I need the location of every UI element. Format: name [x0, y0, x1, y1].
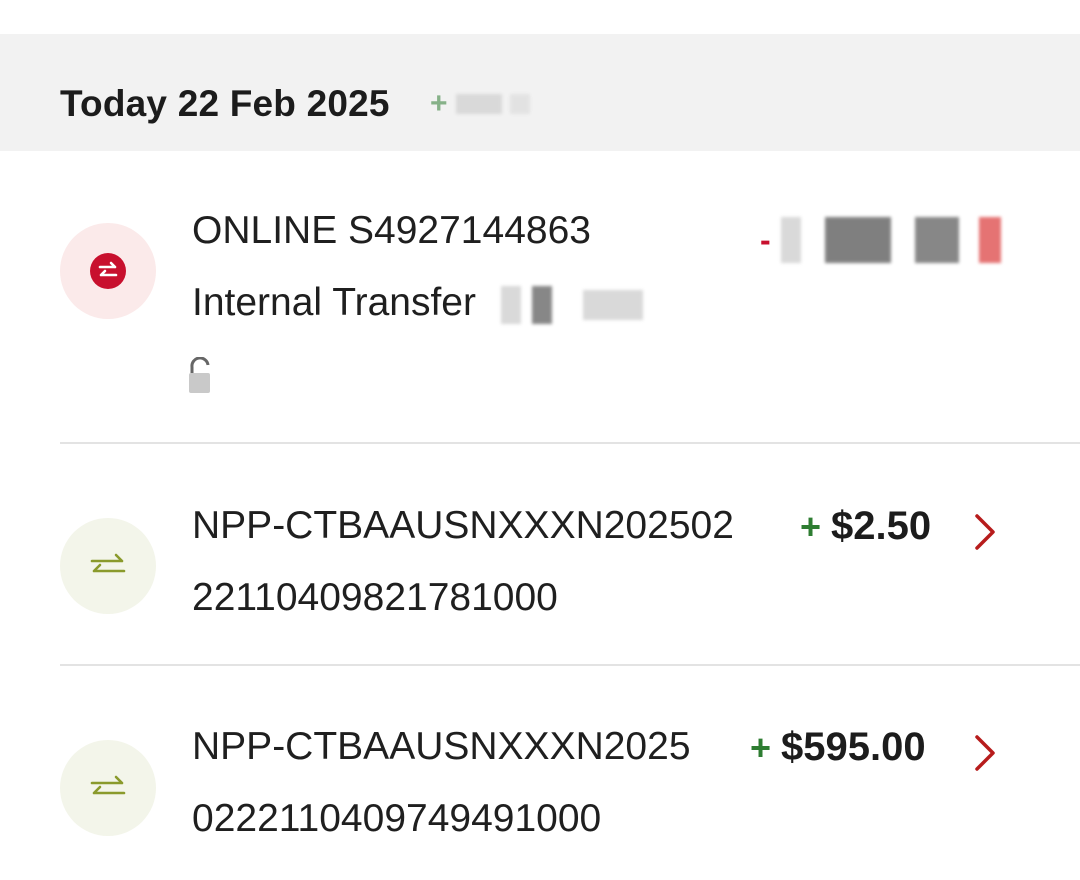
- transaction-description-line2: 22110409821781000: [192, 576, 558, 619]
- redacted-amount: [455, 94, 502, 114]
- transaction-row[interactable]: ONLINE S4927144863 Internal Transfer -: [0, 175, 1080, 443]
- redacted-amount: [824, 217, 891, 263]
- transfer-arrows-icon: [90, 253, 126, 289]
- redacted-amount: [914, 217, 959, 263]
- transaction-amount: + $2.50: [800, 504, 931, 549]
- transaction-description-line2: Internal Transfer: [192, 267, 643, 339]
- row-divider: [60, 442, 1080, 444]
- chevron-right-icon[interactable]: [972, 512, 998, 552]
- transaction-description-line1: ONLINE S4927144863: [192, 209, 591, 252]
- redacted-text: [582, 289, 643, 320]
- transfer-arrows-icon: [90, 553, 126, 573]
- redacted-amount: [780, 217, 801, 263]
- amount-sign: +: [800, 505, 822, 547]
- redacted-text: [531, 285, 552, 324]
- redacted-text: [500, 285, 521, 324]
- amount-sign: -: [760, 221, 771, 258]
- row-divider: [60, 664, 1080, 666]
- redacted-amount: [509, 94, 530, 114]
- transaction-description-line1: NPP-CTBAAUSNXXXN202502: [192, 504, 734, 547]
- transaction-row[interactable]: NPP-CTBAAUSNXXXN2025 0222110409749491000…: [0, 711, 1080, 880]
- transaction-description-text: Internal Transfer: [192, 281, 476, 324]
- amount-sign: +: [750, 726, 772, 768]
- transfer-arrows-icon: [90, 775, 126, 795]
- transaction-amount: -: [760, 217, 1001, 263]
- transaction-type-icon: [60, 740, 156, 836]
- transaction-type-icon: [60, 223, 156, 319]
- transaction-type-icon: [60, 518, 156, 614]
- transaction-row[interactable]: NPP-CTBAAUSNXXXN202502 22110409821781000…: [0, 490, 1080, 662]
- transaction-description-line2: 0222110409749491000: [192, 797, 602, 840]
- amount-value: $2.50: [831, 504, 932, 548]
- transaction-description-line1: NPP-CTBAAUSNXXXN2025: [192, 725, 691, 768]
- chevron-right-icon[interactable]: [972, 733, 998, 773]
- amount-value: $595.00: [781, 725, 926, 769]
- redacted-amount: [978, 217, 1001, 263]
- date-label: Today 22 Feb 2025: [60, 83, 390, 124]
- date-section-header: Today 22 Feb 2025 +: [0, 34, 1080, 151]
- unlock-icon: [189, 357, 210, 393]
- daily-total: +: [430, 87, 530, 121]
- daily-total-sign: +: [430, 87, 448, 120]
- transaction-amount: + $595.00: [750, 725, 926, 770]
